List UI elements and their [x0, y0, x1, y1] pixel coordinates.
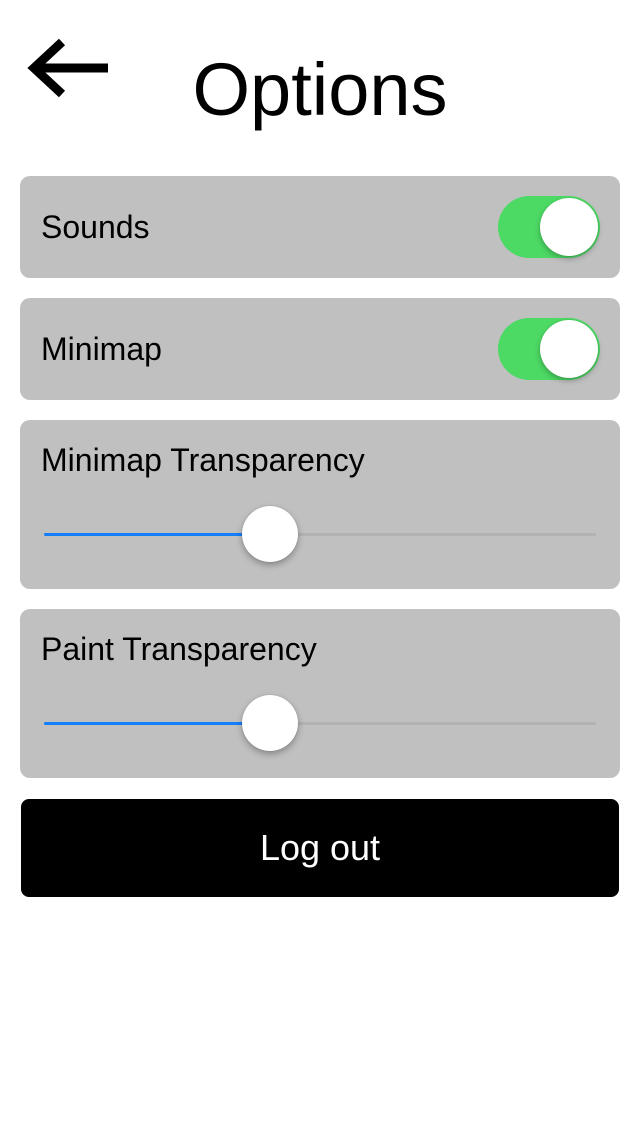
- sounds-label: Sounds: [41, 209, 150, 245]
- paint-transparency-label: Paint Transparency: [41, 631, 317, 667]
- toggle-knob: [540, 198, 598, 256]
- slider-fill: [44, 533, 271, 536]
- minimap-label: Minimap: [41, 331, 162, 367]
- sounds-setting-row: Sounds: [20, 176, 620, 278]
- minimap-transparency-slider[interactable]: [44, 504, 596, 564]
- options-screen: Options Sounds Minimap Minimap Transpare…: [0, 0, 640, 1136]
- slider-fill: [44, 722, 271, 725]
- minimap-setting-row: Minimap: [20, 298, 620, 400]
- minimap-toggle[interactable]: [498, 318, 600, 380]
- slider-thumb[interactable]: [242, 506, 299, 562]
- slider-thumb[interactable]: [242, 695, 299, 751]
- logout-button[interactable]: Log out: [21, 799, 619, 897]
- toggle-knob: [540, 320, 598, 378]
- sounds-toggle[interactable]: [498, 196, 600, 258]
- minimap-transparency-row: Minimap Transparency: [20, 420, 620, 589]
- page-title: Options: [192, 48, 448, 131]
- paint-transparency-row: Paint Transparency: [20, 609, 620, 778]
- paint-transparency-slider[interactable]: [44, 693, 596, 753]
- minimap-transparency-label: Minimap Transparency: [41, 442, 365, 478]
